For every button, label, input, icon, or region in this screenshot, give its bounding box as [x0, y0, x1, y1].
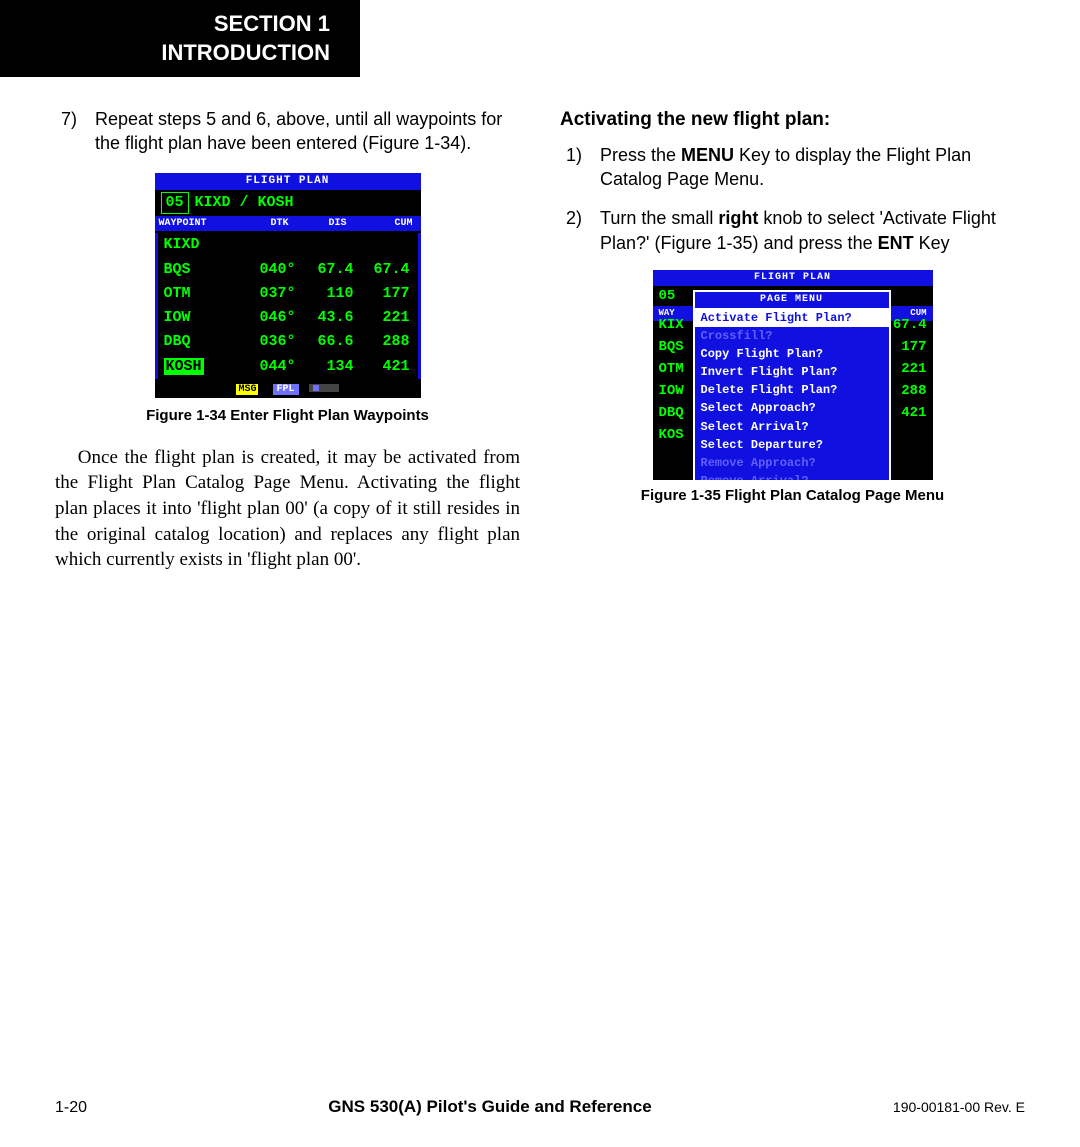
step-text: Press the MENU Key to display the Flight… [600, 143, 1025, 192]
waypoint-row: OTM037°110177 [155, 282, 421, 306]
section-header: SECTION 1 INTRODUCTION [0, 0, 360, 77]
figure-1-35-caption: Figure 1-35 Flight Plan Catalog Page Men… [560, 486, 1025, 506]
device-title: FLIGHT PLAN [155, 173, 421, 190]
back-waypoints: KIXBQSOTMIOWDBQKOS [659, 314, 684, 446]
step-number: 2) [560, 206, 600, 255]
left-column: 7) Repeat steps 5 and 6, above, until al… [55, 107, 520, 573]
menu-item[interactable]: Copy Flight Plan? [695, 345, 889, 363]
menu-title: PAGE MENU [695, 292, 889, 309]
section-line2: INTRODUCTION [30, 39, 330, 68]
hdr-waypoint: WAYPOINT [159, 217, 241, 231]
right-column: Activating the new flight plan: 1) Press… [560, 107, 1025, 573]
figure-1-34-caption: Figure 1-34 Enter Flight Plan Waypoints [55, 406, 520, 426]
waypoint-row: IOW046°43.6221 [155, 306, 421, 330]
menu-item[interactable]: Remove Arrival? [695, 472, 889, 480]
activating-heading: Activating the new flight plan: [560, 107, 1025, 133]
device-rows: KIXDBQS040°67.467.4OTM037°110177IOW046°4… [155, 231, 421, 381]
menu-item[interactable]: Select Departure? [695, 436, 889, 454]
plan-number: 05 [659, 287, 676, 306]
waypoint-row: KOSH044°134421 [155, 355, 421, 379]
step-7: 7) Repeat steps 5 and 6, above, until al… [55, 107, 520, 156]
plan-name: KIXD / KOSH [195, 193, 294, 213]
device-title: FLIGHT PLAN [653, 270, 933, 286]
step-text: Repeat steps 5 and 6, above, until all w… [95, 107, 520, 156]
right-knob: right [718, 208, 758, 228]
back-values: 67.4177221288421 [893, 314, 927, 424]
step-2: 2) Turn the small right knob to select '… [560, 206, 1025, 255]
menu-items: Activate Flight Plan?Crossfill?Copy Flig… [695, 309, 889, 481]
text-frag: Press the [600, 145, 681, 165]
fpl-indicator: FPL [273, 384, 299, 395]
text-frag: Turn the small [600, 208, 718, 228]
hdr-dtk: DTK [241, 217, 299, 231]
page-number: 1-20 [55, 1099, 87, 1117]
menu-item[interactable]: Remove Approach? [695, 454, 889, 472]
menu-item[interactable]: Invert Flight Plan? [695, 363, 889, 381]
menu-item[interactable]: Select Arrival? [695, 418, 889, 436]
menu-item[interactable]: Crossfill? [695, 327, 889, 345]
plan-number: 05 [161, 192, 189, 214]
waypoint-row: BQS040°67.467.4 [155, 258, 421, 282]
hdr-dis: DIS [299, 217, 355, 231]
device-footer: MSG FPL [155, 381, 421, 399]
text-frag: Key [914, 233, 950, 253]
section-line1: SECTION 1 [30, 10, 330, 39]
menu-item[interactable]: Select Approach? [695, 399, 889, 417]
step-1: 1) Press the MENU Key to display the Fli… [560, 143, 1025, 192]
menu-item[interactable]: Delete Flight Plan? [695, 381, 889, 399]
waypoint-row: KIXD [155, 233, 421, 257]
page-menu-popup: PAGE MENU Activate Flight Plan?Crossfill… [693, 290, 891, 480]
ent-key: ENT [878, 233, 914, 253]
activation-paragraph: Once the flight plan is created, it may … [55, 445, 520, 573]
doc-title: GNS 530(A) Pilot's Guide and Reference [328, 1097, 651, 1117]
step-text: Turn the small right knob to select 'Act… [600, 206, 1025, 255]
device-col-headers: WAYPOINT DTK DIS CUM [155, 216, 421, 232]
doc-revision: 190-00181-00 Rev. E [893, 1099, 1025, 1115]
hdr-cum: CUM [355, 217, 417, 231]
menu-item[interactable]: Activate Flight Plan? [695, 309, 889, 327]
step-number: 7) [55, 107, 95, 156]
step-number: 1) [560, 143, 600, 192]
waypoint-row: DBQ036°66.6288 [155, 330, 421, 354]
figure-1-35-device: FLIGHT PLAN 05 WAY CUM KIXBQSOTMIOWDBQKO… [653, 270, 933, 480]
msg-indicator: MSG [236, 384, 258, 395]
content-columns: 7) Repeat steps 5 and 6, above, until al… [0, 77, 1080, 573]
page-bar-icon [309, 384, 339, 392]
figure-1-34-device: FLIGHT PLAN 05 KIXD / KOSH WAYPOINT DTK … [153, 171, 423, 401]
menu-key: MENU [681, 145, 734, 165]
device-plan-row: 05 KIXD / KOSH [155, 190, 421, 216]
page-footer: 1-20 GNS 530(A) Pilot's Guide and Refere… [0, 1097, 1080, 1117]
